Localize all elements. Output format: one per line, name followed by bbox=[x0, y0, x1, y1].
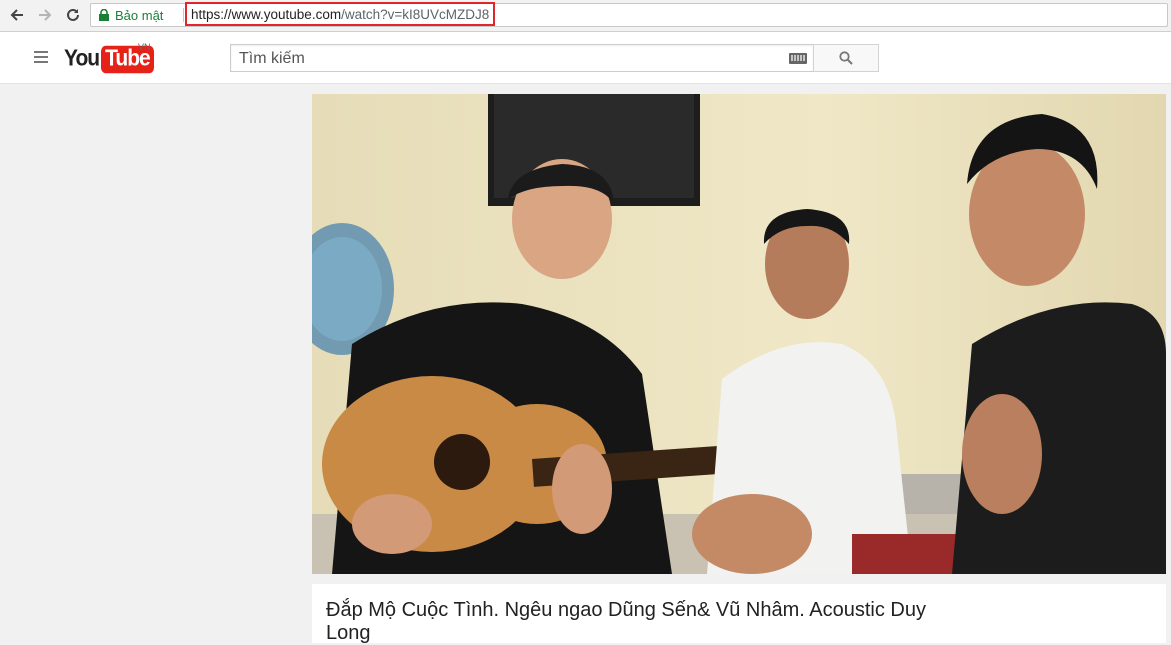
video-player[interactable] bbox=[312, 94, 1166, 574]
secure-label: Bảo mật bbox=[115, 7, 164, 23]
keyboard-icon[interactable] bbox=[789, 53, 807, 64]
back-arrow-icon bbox=[10, 9, 23, 21]
address-bar[interactable]: Bảo mật https://www.youtube.com/watch?v=… bbox=[90, 2, 1168, 27]
browser-toolbar: Bảo mật https://www.youtube.com/watch?v=… bbox=[0, 0, 1171, 32]
reload-icon bbox=[67, 8, 79, 21]
youtube-header: You Tube VN bbox=[0, 32, 1171, 84]
video-title: Đắp Mộ Cuộc Tình. Ngêu ngao Dũng Sến& Vũ… bbox=[326, 599, 926, 644]
video-info-card: Đắp Mộ Cuộc Tình. Ngêu ngao Dũng Sến& Vũ… bbox=[312, 584, 1166, 644]
forward-arrow-icon bbox=[39, 9, 52, 21]
search-button[interactable] bbox=[813, 44, 879, 72]
youtube-logo[interactable]: You Tube VN bbox=[64, 42, 154, 73]
forward-button[interactable] bbox=[34, 4, 56, 26]
divider bbox=[183, 8, 184, 22]
search-box bbox=[230, 44, 814, 72]
reload-button[interactable] bbox=[62, 4, 84, 26]
video-frame bbox=[312, 94, 1166, 574]
lock-icon bbox=[99, 9, 109, 21]
logo-country-code: VN bbox=[138, 42, 151, 52]
hamburger-menu-icon[interactable] bbox=[34, 51, 48, 63]
search-input[interactable] bbox=[237, 48, 781, 70]
secure-indicator[interactable]: Bảo mật bbox=[99, 4, 163, 26]
url-text[interactable]: https://www.youtube.com/watch?v=kI8UVcMZ… bbox=[185, 2, 496, 26]
url-host: https://www.youtube.com bbox=[191, 6, 342, 22]
logo-you-text: You bbox=[64, 45, 100, 72]
search-icon bbox=[839, 51, 853, 65]
back-button[interactable] bbox=[6, 4, 28, 26]
url-path: /watch?v=kI8UVcMZDJ8 bbox=[341, 6, 490, 22]
